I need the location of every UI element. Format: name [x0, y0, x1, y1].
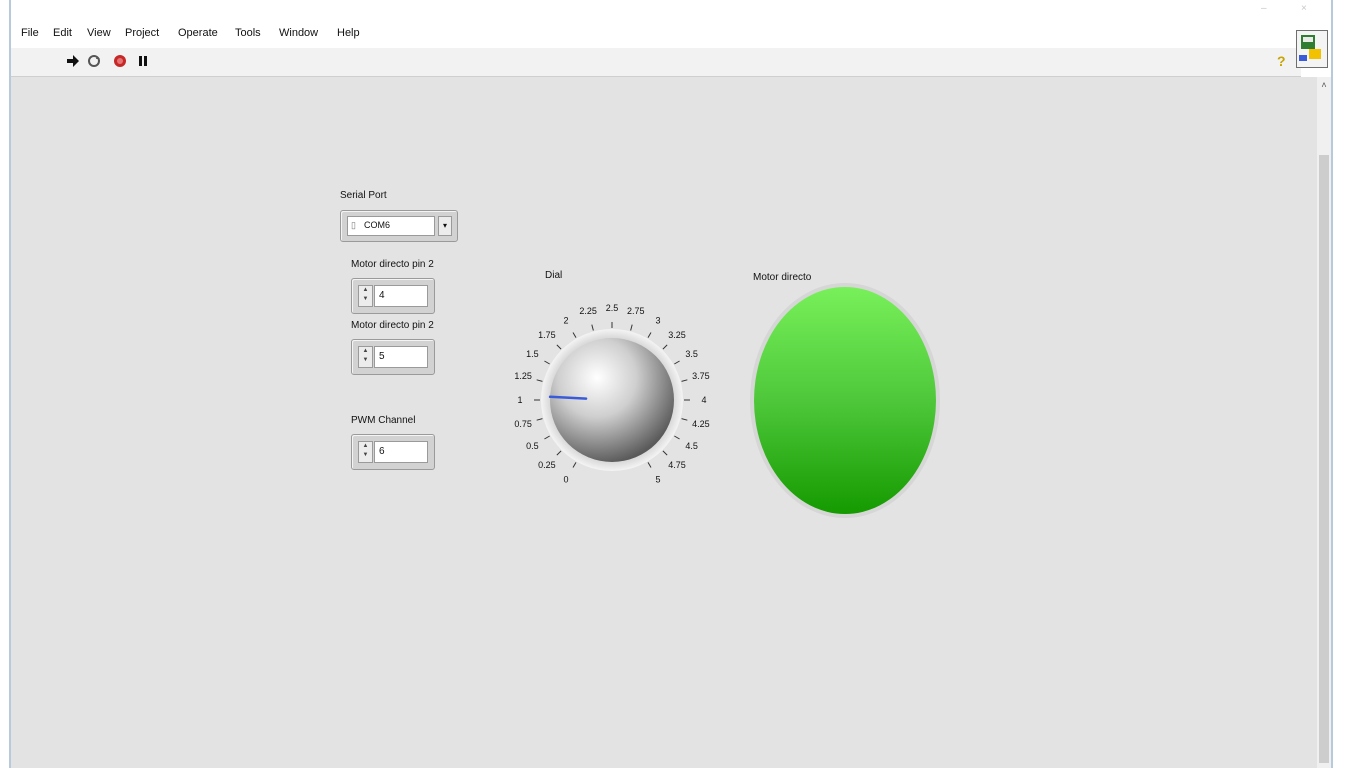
dial-tick [662, 450, 668, 456]
dial-tick-label: 0.25 [538, 460, 556, 470]
serial-port-field[interactable]: ▯ COM6 [347, 216, 435, 236]
dial-tick [556, 450, 562, 456]
menu-project[interactable]: Project [125, 27, 159, 39]
pin-a-field[interactable]: 4 [374, 285, 428, 307]
serial-port-label: Serial Port [340, 190, 387, 201]
dial-tick [536, 379, 543, 382]
dial-tick-label: 4.25 [692, 419, 710, 429]
pwm-field[interactable]: 6 [374, 441, 428, 463]
pin-b-stepper[interactable]: ▲ ▼ [358, 346, 373, 368]
menu-help[interactable]: Help [337, 27, 360, 39]
help-question-icon[interactable]: ? [1273, 53, 1289, 69]
pin-a-control[interactable]: ▲ ▼ 4 [351, 278, 435, 314]
pause-icon[interactable] [135, 53, 151, 69]
dial-tick [647, 462, 652, 468]
dial-tick-label: 3 [655, 315, 660, 325]
dial-tick [544, 360, 550, 365]
pin-b-value: 5 [379, 351, 385, 362]
dial-tick-label: 4 [701, 395, 706, 405]
menu-view[interactable]: View [87, 27, 111, 39]
scroll-thumb[interactable] [1319, 155, 1329, 763]
led-label: Motor directo [753, 272, 812, 283]
serial-port-control[interactable]: ▯ COM6 ▾ [340, 210, 458, 242]
vertical-scrollbar[interactable]: ˄ [1317, 77, 1331, 768]
dial-tick [630, 324, 633, 331]
toolbar: ? [11, 48, 1301, 77]
pwm-label: PWM Channel [351, 415, 416, 426]
dial-tick-label: 0.5 [526, 441, 539, 451]
svg-text:?: ? [1277, 53, 1286, 69]
title-bar: – × [11, 0, 1331, 22]
dial-tick-label: 1.75 [538, 330, 556, 340]
dial-tick [681, 379, 688, 382]
dial-tick-label: 1 [517, 395, 522, 405]
dial-tick-label: 3.5 [685, 349, 698, 359]
dial-tick-label: 2.5 [606, 303, 619, 313]
dial-tick-label: 4.5 [685, 441, 698, 451]
dial-tick-label: 2.75 [627, 306, 645, 316]
pin-b-label: Motor directo pin 2 [351, 320, 434, 331]
pin-b-control[interactable]: ▲ ▼ 5 [351, 339, 435, 375]
menu-window[interactable]: Window [279, 27, 318, 39]
dial-tick [681, 418, 688, 421]
dial-tick [544, 435, 550, 440]
dial-tick-label: 3.25 [668, 330, 686, 340]
scroll-up-icon[interactable]: ˄ [1317, 80, 1331, 92]
menu-tools[interactable]: Tools [235, 27, 261, 39]
dial-tick [536, 418, 543, 421]
dial-knob[interactable] [550, 338, 674, 462]
dropdown-arrow-icon[interactable]: ▾ [438, 216, 452, 236]
menu-bar: File Edit View Project Operate Tools Win… [11, 23, 1301, 45]
dial-tick [674, 435, 680, 440]
motor-led-light [754, 287, 936, 514]
dial-tick [662, 344, 668, 350]
dial-tick [591, 324, 594, 331]
dial-tick [572, 462, 577, 468]
pin-a-stepper[interactable]: ▲ ▼ [358, 285, 373, 307]
run-continuously-icon[interactable] [86, 53, 102, 69]
dial-tick-label: 1.5 [526, 349, 539, 359]
dial-tick-label: 1.25 [514, 371, 532, 381]
dial-tick-label: 4.75 [668, 460, 686, 470]
visa-resource-icon: ▯ [351, 220, 356, 230]
dial-tick [572, 332, 577, 338]
menu-file[interactable]: File [21, 27, 39, 39]
pin-a-label: Motor directo pin 2 [351, 259, 434, 270]
dial-tick-label: 0 [563, 475, 568, 485]
close-icon[interactable]: × [1301, 3, 1307, 14]
dial-tick-label: 5 [655, 475, 660, 485]
pwm-control[interactable]: ▲ ▼ 6 [351, 434, 435, 470]
menu-edit[interactable]: Edit [53, 27, 72, 39]
dial-tick-label: 0.75 [514, 419, 532, 429]
window-frame-right [1331, 0, 1333, 768]
dial-tick [556, 344, 562, 350]
pin-b-field[interactable]: 5 [374, 346, 428, 368]
menu-operate[interactable]: Operate [178, 27, 218, 39]
minimize-icon[interactable]: – [1261, 3, 1267, 14]
motor-led-indicator[interactable] [750, 283, 940, 518]
pin-a-value: 4 [379, 290, 385, 301]
dial-tick-label: 2 [563, 315, 568, 325]
serial-port-value: COM6 [364, 220, 391, 230]
dial-control[interactable]: 0 0.25 0.5 0.75 1 1.25 1.5 1.75 2 2.25 2.5 2.75 3 3.2… [490, 280, 730, 500]
dial-tick [674, 360, 680, 365]
vi-icon[interactable] [1296, 30, 1328, 68]
dial-tick-label: 2.25 [579, 306, 597, 316]
pwm-stepper[interactable]: ▲ ▼ [358, 441, 373, 463]
dial-tick [647, 332, 652, 338]
abort-stop-icon[interactable] [112, 53, 128, 69]
dial-tick-label: 3.75 [692, 371, 710, 381]
run-arrow-icon[interactable] [65, 53, 81, 69]
pwm-value: 6 [379, 446, 385, 457]
